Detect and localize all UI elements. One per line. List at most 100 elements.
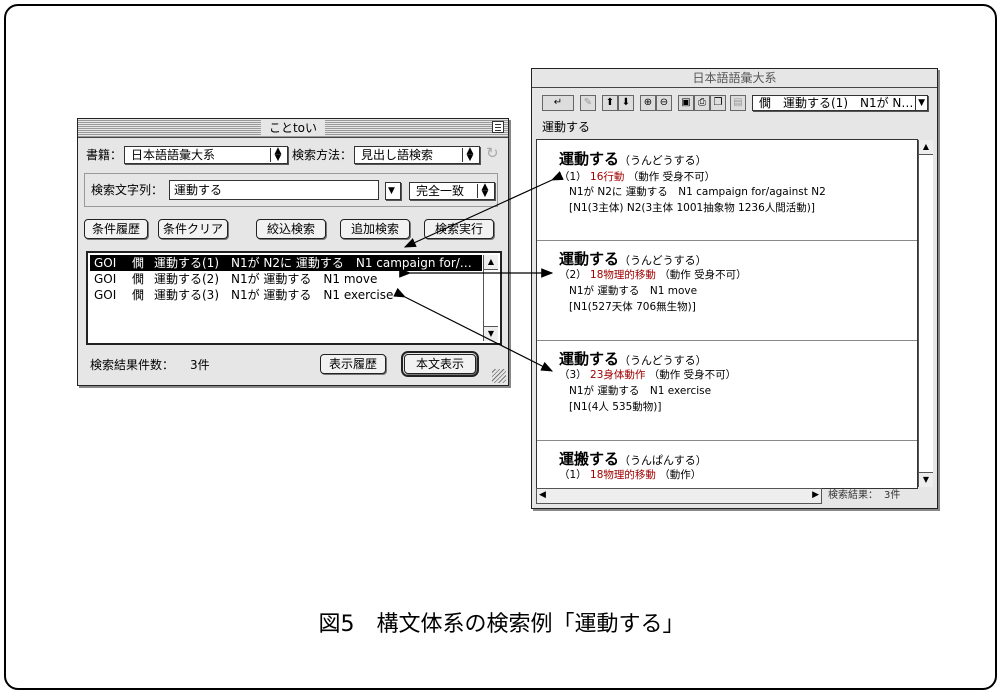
zoom-out-button[interactable]: ⊖: [656, 95, 672, 111]
horizontal-scrollbar[interactable]: ◀ ▶: [536, 488, 822, 504]
entry-select-value: 僩 運動する(1) N1が N…: [759, 96, 914, 110]
entry-attributes: （動作 受身不可）: [659, 269, 747, 281]
entry-block: 運動する（うんどうする） （2） 18物理的移動 （動作 受身不可） N1が 運…: [537, 240, 917, 341]
entry-reading: （うんぱんする）: [619, 454, 707, 467]
entry-select[interactable]: 僩 運動する(1) N1が N… ▼: [752, 95, 928, 111]
pencil-icon: ✎: [583, 97, 593, 108]
scroll-down-arrow-icon[interactable]: ▼: [919, 472, 933, 487]
entry-block: 運動する（うんどうする） （1） 16行動 （動作 受身不可） N1が N2に …: [537, 140, 917, 241]
entry-attributes: （動作 受身不可）: [627, 171, 716, 183]
kototoi-titlebar[interactable]: ことtoい: [78, 119, 508, 138]
history-dropdown[interactable]: ▼: [385, 182, 401, 200]
narrow-search-button[interactable]: 絞込検索: [256, 219, 326, 239]
save-button[interactable]: ▣: [678, 95, 694, 111]
magnifier-plus-icon: ⊕: [643, 97, 653, 108]
result-text: 運動する(3) N1が 運動する N1 exercise: [154, 288, 394, 302]
show-text-button[interactable]: 本文表示: [401, 351, 479, 377]
entry-attributes: （動作 受身不可）: [648, 369, 737, 381]
match-popup[interactable]: 完全一致 ▲ ▼: [409, 182, 495, 200]
condition-history-button[interactable]: 条件履歴: [84, 219, 148, 239]
printer-icon: ⎙: [698, 97, 706, 108]
memo-button[interactable]: ▤: [730, 95, 746, 111]
result-row[interactable]: GOI 僩運動する(3) N1が 運動する N1 exercise: [90, 287, 482, 303]
entry-headword: 運搬する: [559, 450, 620, 468]
floppy-icon: ▣: [681, 97, 691, 108]
goitaikei-titlebar[interactable]: 日本語語彙大系: [532, 69, 937, 88]
method-label: 検索方法：: [292, 148, 353, 162]
window-title: ことtoい: [260, 120, 326, 136]
next-entry-button[interactable]: ⬇: [618, 95, 634, 111]
entry-block: 運動する（うんどうする） （3） 23身体動作 （動作 受身不可） N1が 運動…: [537, 340, 917, 441]
content-scrollbar[interactable]: ▲ ▼: [918, 140, 933, 487]
results-list: GOI 僩運動する(1) N1が N2に 運動する N1 campaign for…: [86, 251, 502, 345]
results-scrollbar[interactable]: ▲ ▼: [483, 255, 498, 341]
entry-content: 運動する（うんどうする） （1） 16行動 （動作 受身不可） N1が N2に …: [536, 139, 918, 489]
resize-grip-icon[interactable]: [492, 369, 506, 383]
scroll-up-arrow-icon[interactable]: ▲: [484, 255, 498, 270]
goi-tag: GOI: [94, 272, 117, 286]
goitaikei-window: 日本語語彙大系 ↵ ✎ ⬆ ⬇ ⊕ ⊖ ▣ ⎙ ❐ ▤ 僩 運動する(1) N1…: [531, 68, 938, 509]
semantic-category[interactable]: 16行動: [590, 171, 624, 183]
zoom-in-button[interactable]: ⊕: [640, 95, 656, 111]
scroll-left-arrow-icon[interactable]: ◀: [539, 490, 546, 500]
result-row[interactable]: GOI 僩運動する(2) N1が 運動する N1 move: [90, 271, 482, 287]
semantic-category[interactable]: 18物理的移動: [590, 469, 656, 481]
run-search-button[interactable]: 検索実行: [424, 219, 494, 239]
scroll-up-arrow-icon[interactable]: ▲: [919, 140, 933, 155]
down-arrow-icon: ⬇: [621, 97, 631, 108]
sense-number: （1）: [559, 171, 587, 183]
headword-label: 運動する: [542, 120, 591, 134]
display-history-button[interactable]: 表示履歴: [320, 354, 386, 374]
edit-button[interactable]: ✎: [580, 95, 596, 111]
query-group: 検索文字列： 運動する ▼ 完全一致 ▲ ▼: [84, 173, 498, 207]
sense-number: （3）: [559, 369, 587, 381]
up-arrow-icon: ⬆: [605, 97, 615, 108]
pattern-line: N1が 運動する N1 exercise: [569, 385, 712, 397]
print-button[interactable]: ⎙: [694, 95, 710, 111]
result-mark: 僩: [132, 288, 145, 302]
entry-block: 運搬する（うんぱんする） （1） 18物理的移動 （動作）: [537, 440, 917, 488]
dropdown-arrow-icon: ▼: [915, 96, 925, 110]
status-value: 3件: [884, 490, 901, 501]
method-popup[interactable]: 見出し語検索 ▲ ▼: [354, 146, 480, 164]
updown-arrow-icon: ▲ ▼: [477, 183, 492, 199]
entry-reading: （うんどうする）: [619, 254, 707, 267]
result-row[interactable]: GOI 僩運動する(1) N1が N2に 運動する N1 campaign for…: [90, 255, 482, 271]
kototoi-window: ことtoい 書籍： 日本語語彙大系 ▲ ▼ 検索方法： 見出し語検索 ▲ ▼ ↻ 検…: [77, 118, 509, 386]
argument-line: [N1(4人 535動物)]: [569, 401, 662, 413]
query-input[interactable]: 運動する: [169, 180, 379, 200]
zoom-box-icon[interactable]: [492, 121, 504, 133]
add-search-button[interactable]: 追加検索: [340, 219, 410, 239]
result-mark: 僩: [132, 272, 145, 286]
refresh-icon[interactable]: ↻: [486, 145, 499, 161]
copy-button[interactable]: ❐: [710, 95, 726, 111]
pattern-line: N1が N2に 運動する N1 campaign for/against N2: [569, 186, 826, 198]
back-button[interactable]: ↵: [542, 95, 574, 111]
semantic-category[interactable]: 18物理的移動: [590, 269, 656, 281]
semantic-category[interactable]: 23身体動作: [590, 369, 645, 381]
result-text: 運動する(1) N1が N2に 運動する N1 campaign for/…: [154, 256, 472, 270]
goi-tag: GOI: [94, 288, 117, 302]
entry-reading: （うんどうする）: [619, 154, 707, 167]
scroll-down-arrow-icon[interactable]: ▼: [484, 326, 498, 341]
entry-reading: （うんどうする）: [619, 354, 707, 367]
result-text: 運動する(2) N1が 運動する N1 move: [154, 272, 378, 286]
prev-entry-button[interactable]: ⬆: [602, 95, 618, 111]
magnifier-minus-icon: ⊖: [659, 97, 669, 108]
window-title: 日本語語彙大系: [684, 70, 785, 86]
dropdown-arrow-icon: ▼: [388, 186, 395, 196]
updown-arrow-icon: ▲ ▼: [462, 147, 477, 163]
result-count-label: 検索結果件数：: [90, 358, 175, 372]
query-label: 検索文字列：: [91, 183, 164, 197]
entry-headword: 運動する: [559, 350, 620, 368]
argument-line: [N1(3主体) N2(3主体 1001抽象物 1236人間活動)]: [569, 202, 815, 214]
memo-icon: ▤: [733, 97, 743, 108]
back-arrow-icon: ↵: [553, 97, 563, 108]
sense-number: （2）: [559, 269, 587, 281]
shoseki-label: 書籍：: [86, 148, 123, 162]
shoseki-popup[interactable]: 日本語語彙大系 ▲ ▼: [124, 146, 288, 164]
scroll-right-arrow-icon[interactable]: ▶: [812, 490, 819, 500]
status-label: 検索結果：: [828, 490, 878, 501]
condition-clear-button[interactable]: 条件クリア: [158, 219, 228, 239]
updown-arrow-icon: ▲ ▼: [270, 147, 285, 163]
